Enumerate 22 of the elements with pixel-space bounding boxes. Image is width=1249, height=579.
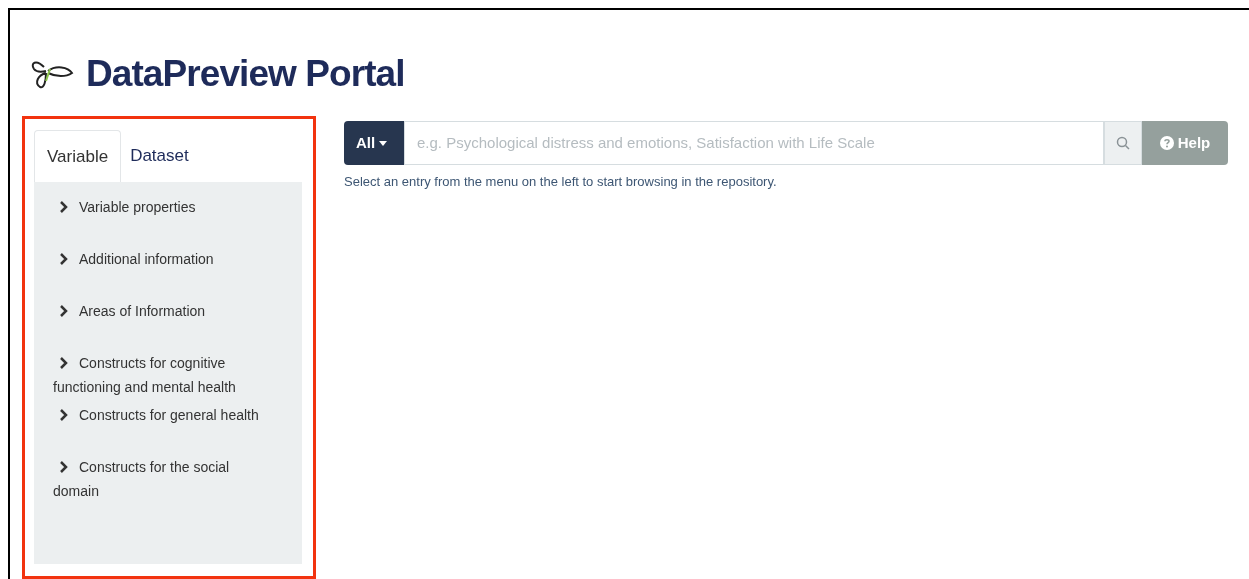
menu-item[interactable]: Additional information bbox=[53, 247, 271, 271]
search-button[interactable] bbox=[1104, 121, 1142, 165]
menu-item[interactable]: Constructs for general health bbox=[53, 403, 271, 427]
scope-dropdown[interactable]: All bbox=[344, 121, 404, 165]
menu-item[interactable]: Constructs for cognitive functioning and mental health bbox=[53, 351, 271, 399]
portal-title: DataPreview Portal bbox=[86, 52, 405, 97]
search-field[interactable]: e.g. Psychological distress and emotions, Satisfaction with Life Scale bbox=[404, 121, 1104, 165]
chevron-right-icon bbox=[59, 201, 69, 213]
search-icon bbox=[1116, 136, 1130, 150]
chevron-right-icon bbox=[59, 461, 69, 473]
menu-item[interactable]: Variable properties bbox=[53, 195, 271, 219]
chevron-right-icon bbox=[59, 357, 69, 369]
sidebar-tab[interactable]: Variable bbox=[34, 130, 122, 182]
menu-item[interactable]: Areas of Information bbox=[53, 299, 271, 323]
question-icon bbox=[1159, 136, 1174, 150]
menu-item[interactable]: Constructs for the social domain bbox=[53, 455, 271, 503]
caret-down-icon bbox=[379, 140, 388, 146]
chevron-right-icon bbox=[59, 253, 69, 265]
chevron-right-icon bbox=[59, 409, 69, 421]
chevron-right-icon bbox=[59, 305, 69, 317]
hint-text: Select an entry from the menu on the left to start browsing in the repository. bbox=[344, 173, 778, 191]
sidebar-tab[interactable]: Dataset bbox=[121, 130, 198, 182]
